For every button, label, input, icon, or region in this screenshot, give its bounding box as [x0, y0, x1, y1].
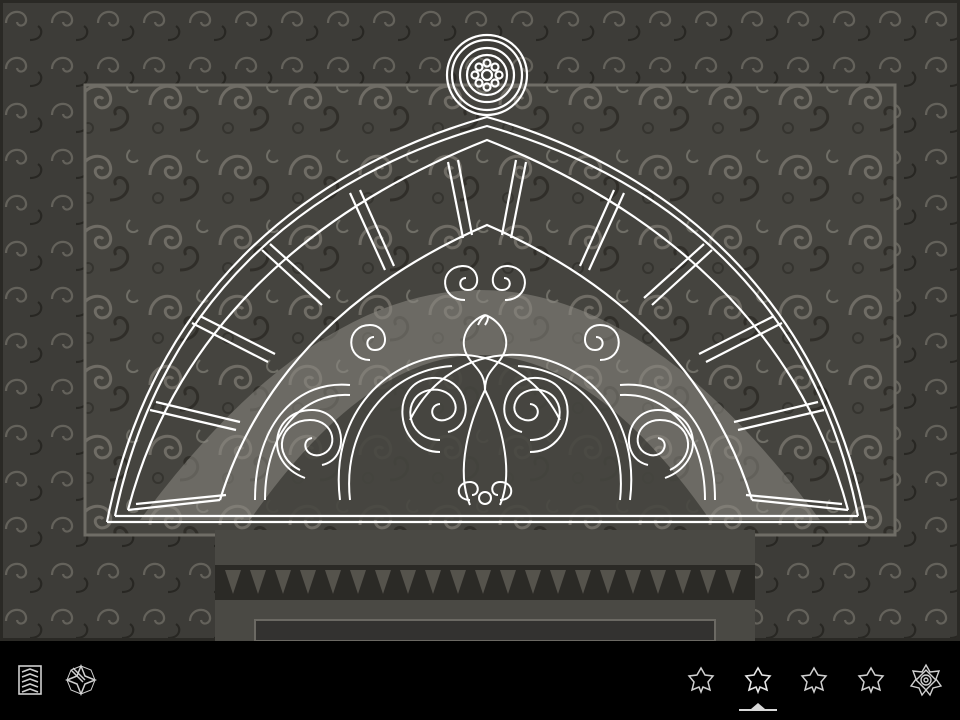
pattern-2-button[interactable] — [738, 660, 778, 700]
bottom-toolbar — [0, 641, 960, 720]
stacked-chevrons-icon — [18, 665, 42, 695]
pattern-1-button[interactable] — [681, 660, 721, 700]
pattern-3-button[interactable] — [794, 660, 834, 700]
pattern-5-button[interactable] — [906, 660, 946, 700]
menu-button[interactable] — [10, 660, 50, 700]
eight-point-star-icon — [687, 666, 715, 695]
ornate-rosette-icon — [909, 663, 943, 697]
eight-point-star-icon — [744, 666, 772, 695]
medallion-icon — [445, 33, 529, 117]
pattern-4-button[interactable] — [851, 660, 891, 700]
active-tab-indicator — [739, 709, 777, 711]
compass-star-icon — [64, 663, 98, 697]
photo-viewport — [0, 0, 960, 641]
arch-overlay-drawing — [105, 33, 868, 524]
compass-button[interactable] — [61, 660, 101, 700]
eight-point-star-icon — [800, 666, 828, 695]
eight-point-star-icon — [857, 666, 885, 695]
